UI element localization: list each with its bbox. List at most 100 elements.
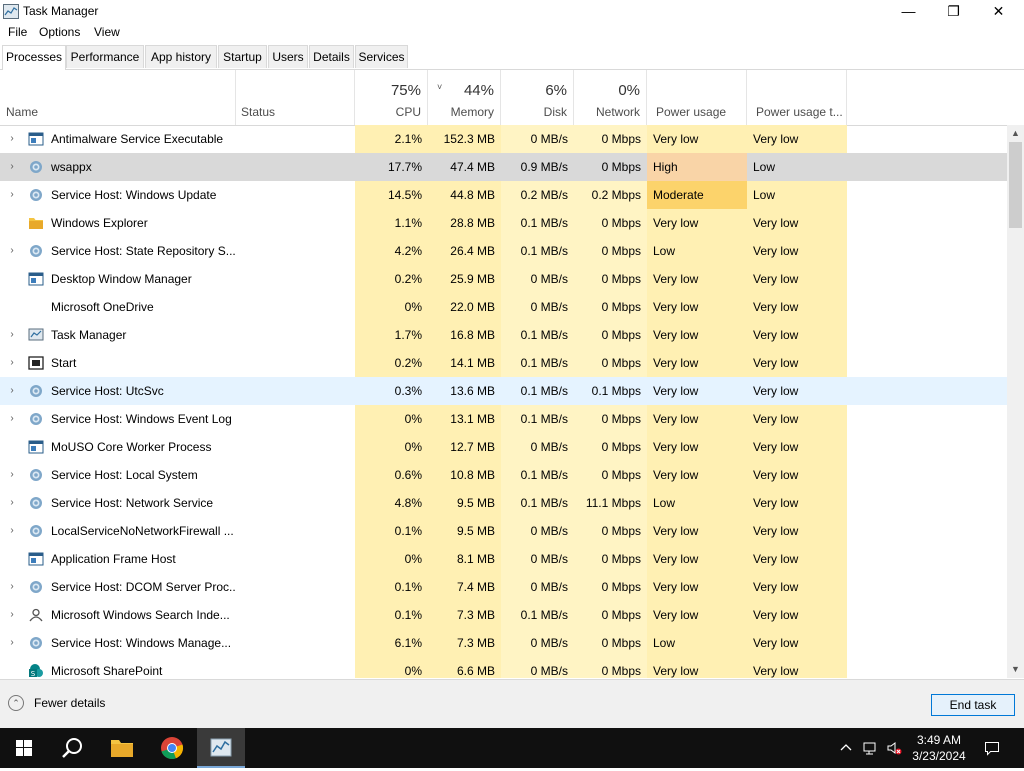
taskbar-file-explorer[interactable] [98, 728, 146, 768]
expand-chevron-icon [0, 265, 24, 293]
table-row[interactable]: › LocalServiceNoNetworkFirewall ... 0.1%… [0, 517, 1007, 545]
memory-value: 28.8 MB [428, 209, 501, 237]
tab-users[interactable]: Users [268, 45, 308, 68]
taskbar-task-manager[interactable] [197, 728, 245, 768]
search-user-icon [29, 608, 43, 622]
table-row[interactable]: › Service Host: Network Service 4.8% 9.5… [0, 489, 1007, 517]
table-row[interactable]: Microsoft OneDrive 0% 22.0 MB 0 MB/s 0 M… [0, 293, 1007, 321]
tab-app-history[interactable]: App history [145, 45, 217, 68]
expand-chevron-icon[interactable]: › [0, 321, 24, 349]
maximize-button[interactable]: ❐ [931, 0, 976, 23]
process-icon [28, 629, 46, 657]
expand-chevron-icon[interactable]: › [0, 573, 24, 601]
menu-options[interactable]: Options [39, 25, 80, 39]
table-row[interactable]: › Service Host: Windows Event Log 0% 13.… [0, 405, 1007, 433]
power-usage-value: High [647, 153, 747, 181]
expand-chevron-icon[interactable]: › [0, 405, 24, 433]
expand-chevron-icon[interactable]: › [0, 153, 24, 181]
memory-value: 13.1 MB [428, 405, 501, 433]
tab-performance[interactable]: Performance [66, 45, 144, 68]
gear-icon [30, 497, 42, 509]
expand-chevron-icon[interactable]: › [0, 461, 24, 489]
disk-total-percent: 6% [545, 82, 567, 99]
table-row[interactable]: › Microsoft Windows Search Inde... 0.1% … [0, 601, 1007, 629]
table-row[interactable]: MoUSO Core Worker Process 0% 12.7 MB 0 M… [0, 433, 1007, 461]
cpu-value: 0.2% [355, 349, 428, 377]
table-row[interactable]: › Service Host: UtcSvc 0.3% 13.6 MB 0.1 … [0, 377, 1007, 405]
vertical-scrollbar[interactable]: ▲ ▼ [1007, 125, 1024, 678]
table-row[interactable]: Application Frame Host 0% 8.1 MB 0 MB/s … [0, 545, 1007, 573]
column-network[interactable]: 0% Network [574, 70, 647, 125]
gear-icon [30, 189, 42, 201]
search-button[interactable] [48, 728, 96, 768]
power-usage-trend-value: Very low [747, 321, 847, 349]
tab-details[interactable]: Details [309, 45, 354, 68]
power-usage-value: Very low [647, 517, 747, 545]
table-row[interactable]: Windows Explorer 1.1% 28.8 MB 0.1 MB/s 0… [0, 209, 1007, 237]
column-status[interactable]: Status [236, 70, 355, 125]
expand-chevron-icon[interactable]: › [0, 489, 24, 517]
task-manager-icon [210, 738, 232, 757]
expand-chevron-icon[interactable]: › [0, 237, 24, 265]
expand-chevron-icon[interactable]: › [0, 517, 24, 545]
notification-center-icon[interactable] [984, 740, 1000, 756]
expand-chevron-icon[interactable]: › [0, 181, 24, 209]
minimize-button[interactable]: — [886, 0, 931, 23]
taskbar-clock[interactable]: 3:49 AM 3/23/2024 [908, 732, 970, 764]
scrollbar-thumb[interactable] [1009, 142, 1022, 228]
table-row[interactable]: S Microsoft SharePoint 0% 6.6 MB 0 MB/s … [0, 657, 1007, 678]
column-cpu[interactable]: 75% CPU [355, 70, 428, 125]
chevron-up-icon[interactable] [838, 740, 854, 756]
column-disk[interactable]: 6% Disk [501, 70, 574, 125]
expand-chevron-icon[interactable]: › [0, 349, 24, 377]
table-row[interactable]: › wsappx 17.7% 47.4 MB 0.9 MB/s 0 Mbps H… [0, 153, 1007, 181]
power-usage-value: Very low [647, 265, 747, 293]
table-row[interactable]: › Service Host: Windows Update 14.5% 44.… [0, 181, 1007, 209]
menu-file[interactable]: File [8, 25, 27, 39]
scroll-up-arrow-icon[interactable]: ▲ [1007, 125, 1024, 142]
close-button[interactable]: ✕ [976, 0, 1021, 23]
expand-chevron-icon[interactable]: › [0, 601, 24, 629]
menu-view[interactable]: View [94, 25, 120, 39]
expand-chevron-icon[interactable]: › [0, 629, 24, 657]
table-row[interactable]: › Service Host: Local System 0.6% 10.8 M… [0, 461, 1007, 489]
table-row[interactable]: › Service Host: State Repository S... 4.… [0, 237, 1007, 265]
memory-value: 8.1 MB [428, 545, 501, 573]
volume-muted-icon[interactable] [886, 740, 902, 756]
column-power-usage-trend[interactable]: Power usage t... [747, 70, 847, 125]
tab-processes[interactable]: Processes [2, 45, 66, 70]
cpu-value: 0% [355, 405, 428, 433]
scroll-down-arrow-icon[interactable]: ▼ [1007, 661, 1024, 678]
process-icon [28, 349, 46, 377]
table-row[interactable]: › Service Host: DCOM Server Proc... 0.1%… [0, 573, 1007, 601]
expand-chevron-icon[interactable]: › [0, 125, 24, 153]
column-name-label: Name [6, 105, 39, 119]
gear-icon [30, 245, 42, 257]
disk-value: 0.1 MB/s [501, 209, 574, 237]
column-name[interactable]: Name [0, 70, 236, 125]
taskbar-chrome[interactable] [148, 728, 196, 768]
memory-value: 16.8 MB [428, 321, 501, 349]
table-row[interactable]: Desktop Window Manager 0.2% 25.9 MB 0 MB… [0, 265, 1007, 293]
column-memory[interactable]: ˅ 44% Memory [428, 70, 501, 125]
table-row[interactable]: › Start 0.2% 14.1 MB 0.1 MB/s 0 Mbps Ver… [0, 349, 1007, 377]
table-row[interactable]: › Antimalware Service Executable 2.1% 15… [0, 125, 1007, 153]
task-manager-window: Task Manager — ❐ ✕ File Options View Pro… [0, 0, 1024, 729]
column-power-usage[interactable]: Power usage [647, 70, 747, 125]
cpu-value: 0.1% [355, 601, 428, 629]
tab-services[interactable]: Services [355, 45, 408, 68]
tab-startup[interactable]: Startup [218, 45, 267, 68]
disk-value: 0.2 MB/s [501, 181, 574, 209]
column-power-usage-trend-label: Power usage t... [756, 105, 843, 119]
process-icon: S [28, 657, 46, 678]
column-cpu-label: CPU [395, 105, 421, 119]
expand-chevron-icon[interactable]: › [0, 377, 24, 405]
table-row[interactable]: › Task Manager 1.7% 16.8 MB 0.1 MB/s 0 M… [0, 321, 1007, 349]
cpu-value: 0.2% [355, 265, 428, 293]
start-button[interactable] [0, 728, 48, 768]
network-icon[interactable] [862, 740, 878, 756]
table-row[interactable]: › Service Host: Windows Manage... 6.1% 7… [0, 629, 1007, 657]
end-task-button[interactable]: End task [931, 694, 1015, 716]
power-usage-value: Very low [647, 405, 747, 433]
column-memory-label: Memory [450, 105, 494, 119]
